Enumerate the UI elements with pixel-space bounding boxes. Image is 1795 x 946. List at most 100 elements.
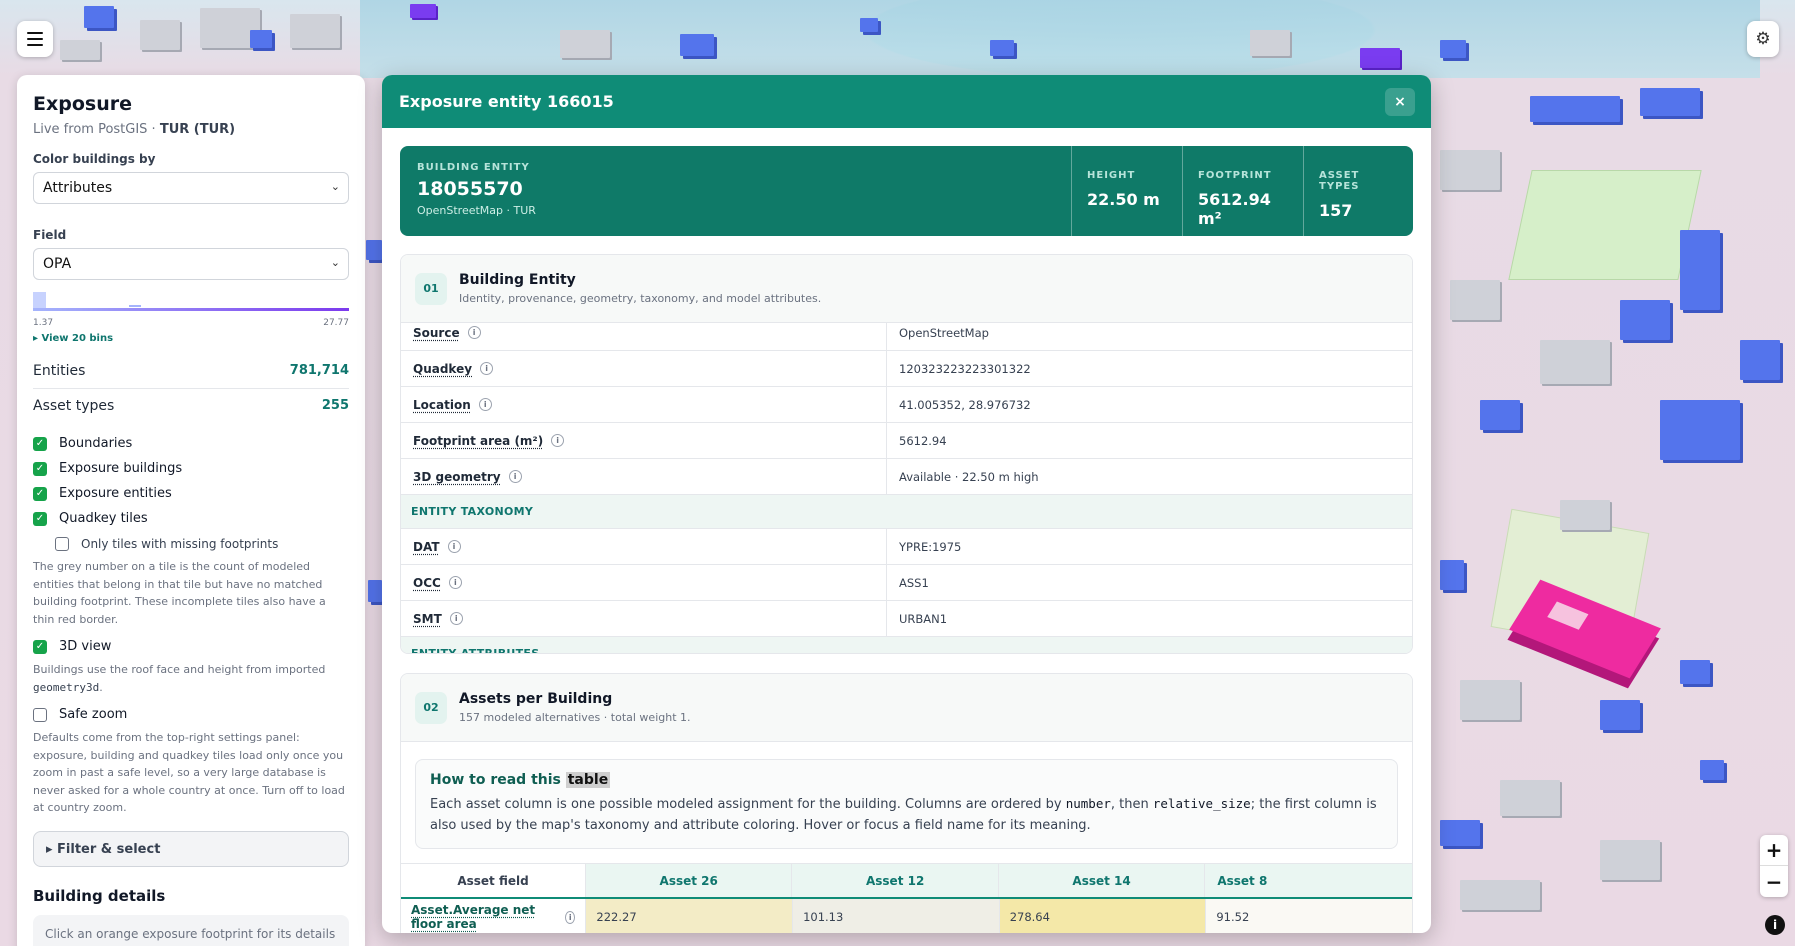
- section-title: Assets per Building: [459, 691, 613, 707]
- entity-attributes-scroll[interactable]: Source i OpenStreetMap Quadkey i 12032322322…: [401, 323, 1412, 653]
- attribution-info-icon[interactable]: i: [1765, 915, 1785, 935]
- column-header[interactable]: Asset 26: [585, 864, 792, 897]
- layer-label: Exposure entities: [59, 486, 172, 501]
- info-icon[interactable]: i: [449, 612, 463, 625]
- section-number: 02: [415, 691, 447, 724]
- value-histogram[interactable]: [33, 290, 349, 312]
- taxonomy-group-header: ENTITY TAXONOMY: [401, 495, 1412, 529]
- field-name[interactable]: DAT: [413, 540, 440, 554]
- help-code: geometry3d: [33, 680, 100, 694]
- chevron-down-icon: ⌄: [330, 256, 340, 269]
- map-building: [366, 240, 382, 260]
- subtitle-country: TUR (TUR): [159, 122, 236, 137]
- stat-value: 781,714: [289, 363, 349, 378]
- metric-asset-types: ASSET TYPES 157: [1303, 146, 1413, 236]
- section-title: Building Entity: [459, 272, 576, 288]
- view-bins-toggle[interactable]: ▸ View 20 bins: [33, 333, 349, 344]
- layer-toggle-exposure-entities[interactable]: ✓ Exposure entities: [33, 481, 349, 506]
- field-value: OpenStreetMap: [899, 325, 989, 340]
- map-building: [1460, 680, 1520, 720]
- map-building: [990, 40, 1014, 56]
- info-icon[interactable]: i: [447, 540, 461, 553]
- field-name[interactable]: Footprint area (m²): [413, 434, 543, 448]
- column-header[interactable]: Asset 12: [791, 864, 998, 897]
- table-row: OCC i ASS1: [401, 565, 1412, 601]
- map-building: [140, 20, 180, 50]
- section-header: 01 Building Entity Identity, provenance,…: [401, 255, 1412, 323]
- map-park: [1508, 170, 1702, 280]
- help-text: .: [99, 680, 103, 694]
- field-value: Available · 22.50 m high: [899, 469, 1039, 484]
- map-building: [1530, 96, 1620, 122]
- field-name[interactable]: 3D geometry: [413, 470, 501, 484]
- close-button[interactable]: ×: [1385, 88, 1415, 116]
- column-header[interactable]: Asset 14: [997, 864, 1205, 897]
- map-building: [290, 14, 340, 48]
- metric-label: HEIGHT: [1087, 170, 1136, 181]
- color-by-select[interactable]: Attributes ⌄: [33, 172, 349, 204]
- building-details-hint: Click an orange exposure footprint for i…: [33, 914, 349, 946]
- stat-value: 255: [321, 398, 349, 413]
- info-icon[interactable]: i: [448, 576, 462, 589]
- safe-zoom-toggle[interactable]: Safe zoom: [33, 702, 349, 727]
- histogram-bin[interactable]: [33, 292, 46, 308]
- checkbox-checked-icon[interactable]: ✓: [33, 461, 47, 476]
- assets-table[interactable]: Asset field Asset 26 Asset 12 Asset 14 A…: [401, 863, 1412, 933]
- field-name[interactable]: OCC: [413, 576, 441, 590]
- info-icon[interactable]: i: [508, 470, 522, 483]
- table-row: Source i OpenStreetMap: [401, 323, 1412, 351]
- histogram-bin[interactable]: [129, 305, 141, 307]
- checkbox-unchecked-icon[interactable]: [33, 707, 47, 722]
- safe-zoom-label: Safe zoom: [59, 707, 128, 722]
- field-label: Field: [33, 228, 67, 242]
- info-icon[interactable]: i: [551, 434, 565, 447]
- column-header[interactable]: Asset 8: [1204, 864, 1412, 897]
- table-row: DAT i YPRE:1975: [401, 529, 1412, 565]
- color-by-value: Attributes: [43, 180, 113, 196]
- filter-select-expander[interactable]: ▸ Filter & select: [33, 830, 349, 867]
- checkbox-checked-icon[interactable]: ✓: [33, 511, 47, 526]
- field-value: OPA: [43, 256, 72, 272]
- info-icon[interactable]: i: [478, 398, 492, 411]
- info-icon[interactable]: i: [467, 326, 481, 339]
- field-name[interactable]: Location: [413, 398, 471, 412]
- layer-toggle-quadkey-tiles[interactable]: ✓ Quadkey tiles: [33, 506, 349, 531]
- map-building: [1660, 400, 1740, 460]
- missing-footprints-label: Only tiles with missing footprints: [81, 536, 279, 551]
- menu-button[interactable]: [17, 21, 53, 57]
- checkbox-unchecked-icon[interactable]: [55, 536, 69, 551]
- field-select[interactable]: OPA ⌄: [33, 248, 349, 280]
- how-to-read-box: How to read this table Each asset column…: [415, 759, 1398, 849]
- map-building: [1500, 780, 1560, 816]
- field-name[interactable]: SMT: [413, 612, 442, 626]
- zoom-in-button[interactable]: +: [1760, 835, 1788, 866]
- table-row: Location i 41.005352, 28.976732: [401, 387, 1412, 423]
- checkbox-checked-icon[interactable]: ✓: [33, 436, 47, 451]
- layer-toggle-exposure-buildings[interactable]: ✓ Exposure buildings: [33, 456, 349, 481]
- metric-value: 5612.94 m²: [1198, 190, 1271, 228]
- checkbox-checked-icon[interactable]: ✓: [33, 486, 47, 501]
- checkbox-checked-icon[interactable]: ✓: [33, 639, 47, 654]
- info-icon[interactable]: i: [565, 910, 576, 924]
- info-icon[interactable]: i: [480, 362, 494, 375]
- stat-entities: Entities 781,714: [33, 354, 349, 389]
- field-value: 5612.94: [899, 433, 947, 448]
- help-text: Buildings use the roof face and height f…: [33, 663, 326, 676]
- field-value: 120323223223301322: [899, 361, 1031, 376]
- how-to-text: , then: [1110, 797, 1153, 812]
- field-name[interactable]: Asset.Average net floor area: [411, 903, 557, 931]
- field-name[interactable]: Source: [413, 326, 460, 340]
- map-building: [1440, 820, 1480, 846]
- missing-footprints-toggle[interactable]: Only tiles with missing footprints: [33, 531, 349, 556]
- metric-height: HEIGHT 22.50 m: [1071, 146, 1182, 236]
- map-building: [1440, 40, 1466, 58]
- view-3d-toggle[interactable]: ✓ 3D view: [33, 634, 349, 659]
- building-entity-section: 01 Building Entity Identity, provenance,…: [400, 254, 1413, 654]
- map-building: [560, 30, 610, 58]
- map-building: [1460, 880, 1540, 910]
- field-name[interactable]: Quadkey: [413, 362, 472, 376]
- layer-toggle-boundaries[interactable]: ✓ Boundaries: [33, 431, 349, 456]
- settings-button[interactable]: ⚙: [1747, 21, 1779, 57]
- building-details-title: Building details: [33, 886, 166, 905]
- zoom-out-button[interactable]: −: [1760, 866, 1788, 897]
